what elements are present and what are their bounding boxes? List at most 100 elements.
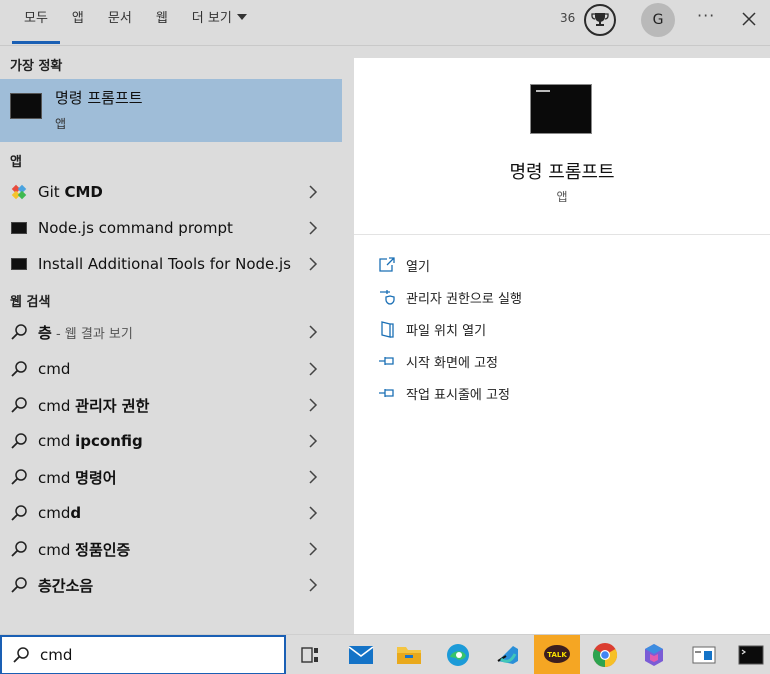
tab-all[interactable]: 모두 (12, 0, 60, 46)
web-result-item[interactable]: cmd 관리자 권한 (0, 387, 342, 423)
chevron-right-icon[interactable] (302, 217, 324, 239)
search-icon (11, 361, 27, 377)
tab-documents[interactable]: 문서 (96, 0, 144, 46)
search-icon (11, 397, 27, 413)
app-result-nodejs-command-prompt[interactable]: Node.js command prompt (0, 210, 342, 246)
chevron-right-icon[interactable] (302, 466, 324, 488)
results-list: 가장 정확 명령 프롬프트 앱 앱 Git CMD Node.js comman… (0, 47, 353, 634)
search-filter-bar: 모두 앱 문서 웹 더 보기 36 G ··· (0, 0, 770, 46)
chrome-button[interactable] (582, 635, 628, 674)
rewards-count: 36 (560, 11, 576, 25)
action-run-as-admin[interactable]: 관리자 권한으로 실행 (378, 285, 522, 309)
chevron-right-icon[interactable] (302, 181, 324, 203)
command-prompt-icon (738, 645, 764, 665)
task-view-button[interactable] (287, 635, 333, 674)
more-options-button[interactable]: ··· (697, 6, 715, 25)
action-label: 파일 위치 열기 (406, 323, 487, 339)
folder-icon (397, 647, 421, 664)
web-result-query: cmd (38, 540, 76, 559)
action-open-file-location[interactable]: 파일 위치 열기 (378, 317, 486, 341)
shield-icon (380, 290, 395, 305)
search-icon (11, 469, 27, 485)
chevron-right-icon[interactable] (302, 321, 324, 343)
file-explorer-button[interactable] (386, 635, 432, 674)
web-result-item[interactable]: 층 - 웹 결과 보기 (0, 314, 342, 350)
web-result-query: cmd (38, 504, 71, 522)
tab-web[interactable]: 웹 (144, 0, 180, 46)
best-match-item[interactable]: 명령 프롬프트 앱 (0, 79, 342, 142)
microsoft-365-icon (645, 644, 663, 666)
action-open[interactable]: 열기 (378, 253, 430, 277)
chevron-right-icon[interactable] (302, 574, 324, 596)
app-result-label: Install Additional Tools for Node.js (38, 255, 292, 273)
tab-apps[interactable]: 앱 (60, 0, 96, 46)
search-icon (11, 541, 27, 557)
action-pin-to-start[interactable]: 시작 화면에 고정 (378, 349, 498, 373)
command-prompt-large-icon (530, 84, 592, 134)
chrome-icon (592, 643, 618, 667)
chevron-down-icon (236, 14, 247, 20)
web-result-item[interactable]: cmd ipconfig (0, 423, 342, 459)
app-result-label: Git (38, 183, 65, 201)
web-result-query: cmd (38, 396, 76, 415)
pin-icon (379, 389, 394, 397)
git-icon (11, 184, 27, 200)
web-result-completion: ipconfig (75, 432, 143, 450)
tab-more-label: 더 보기 (191, 11, 232, 26)
chevron-right-icon[interactable] (302, 358, 324, 380)
web-result-item[interactable]: cmd (0, 351, 342, 387)
taskbar-search-box[interactable] (0, 635, 286, 674)
web-result-item[interactable]: 층간소음 (0, 567, 342, 603)
close-icon[interactable] (738, 8, 760, 30)
microsoft-365-button[interactable] (631, 635, 677, 674)
section-web-search: 웹 검색 (10, 295, 51, 310)
best-match-name: 명령 프롬프트 (55, 89, 143, 107)
web-result-query: cmd (38, 468, 76, 487)
chevron-right-icon[interactable] (302, 253, 324, 275)
chevron-right-icon[interactable] (302, 502, 324, 524)
action-label: 열기 (406, 259, 430, 275)
app-result-git-cmd[interactable]: Git CMD (0, 174, 342, 210)
mail-icon (348, 646, 374, 664)
detail-title: 명령 프롬프트 (509, 162, 615, 183)
vscode-button[interactable] (485, 635, 531, 674)
terminal-icon (11, 222, 27, 234)
web-result-completion: 층 (38, 323, 52, 342)
taskbar-app-button[interactable] (681, 635, 727, 674)
chevron-right-icon[interactable] (302, 430, 324, 452)
web-result-completion: 정품인증 (75, 540, 131, 559)
best-match-kind: 앱 (55, 117, 67, 131)
kakaotalk-icon: TALK (544, 645, 570, 663)
web-result-item[interactable]: cmdd (0, 495, 342, 531)
web-result-query: cmd (38, 360, 71, 378)
rewards-trophy-icon[interactable] (584, 4, 616, 36)
kakaotalk-label: TALK (547, 651, 567, 659)
action-label: 작업 표시줄에 고정 (406, 387, 510, 403)
web-result-item[interactable]: cmd 명령어 (0, 459, 342, 495)
edge-icon (447, 644, 469, 666)
tab-web-label: 웹 (155, 11, 168, 26)
edge-browser-button[interactable] (435, 635, 481, 674)
search-icon (11, 505, 27, 521)
window-app-icon (692, 646, 716, 664)
mail-app-button[interactable] (338, 635, 384, 674)
chevron-right-icon[interactable] (302, 538, 324, 560)
web-result-item[interactable]: cmd 정품인증 (0, 531, 342, 567)
kakaotalk-button[interactable]: TALK (534, 635, 580, 674)
command-prompt-taskbar-button[interactable] (728, 635, 770, 674)
app-result-match: CMD (64, 183, 103, 201)
file-location-icon (381, 321, 394, 338)
section-apps: 앱 (10, 155, 22, 170)
chevron-right-icon[interactable] (302, 394, 324, 416)
app-result-label: Node.js command prompt (38, 219, 233, 237)
search-input[interactable] (40, 646, 270, 664)
search-icon (11, 433, 27, 449)
avatar[interactable]: G (641, 3, 675, 37)
web-result-completion: 층간소음 (38, 576, 94, 595)
action-pin-to-taskbar[interactable]: 작업 표시줄에 고정 (378, 381, 510, 405)
taskbar: TALK (0, 634, 770, 674)
tab-more[interactable]: 더 보기 (180, 0, 259, 46)
web-result-hint: - 웹 결과 보기 (51, 326, 133, 342)
filter-tabs: 모두 앱 문서 웹 더 보기 (12, 0, 259, 46)
app-result-install-tools-nodejs[interactable]: Install Additional Tools for Node.js (0, 246, 342, 282)
